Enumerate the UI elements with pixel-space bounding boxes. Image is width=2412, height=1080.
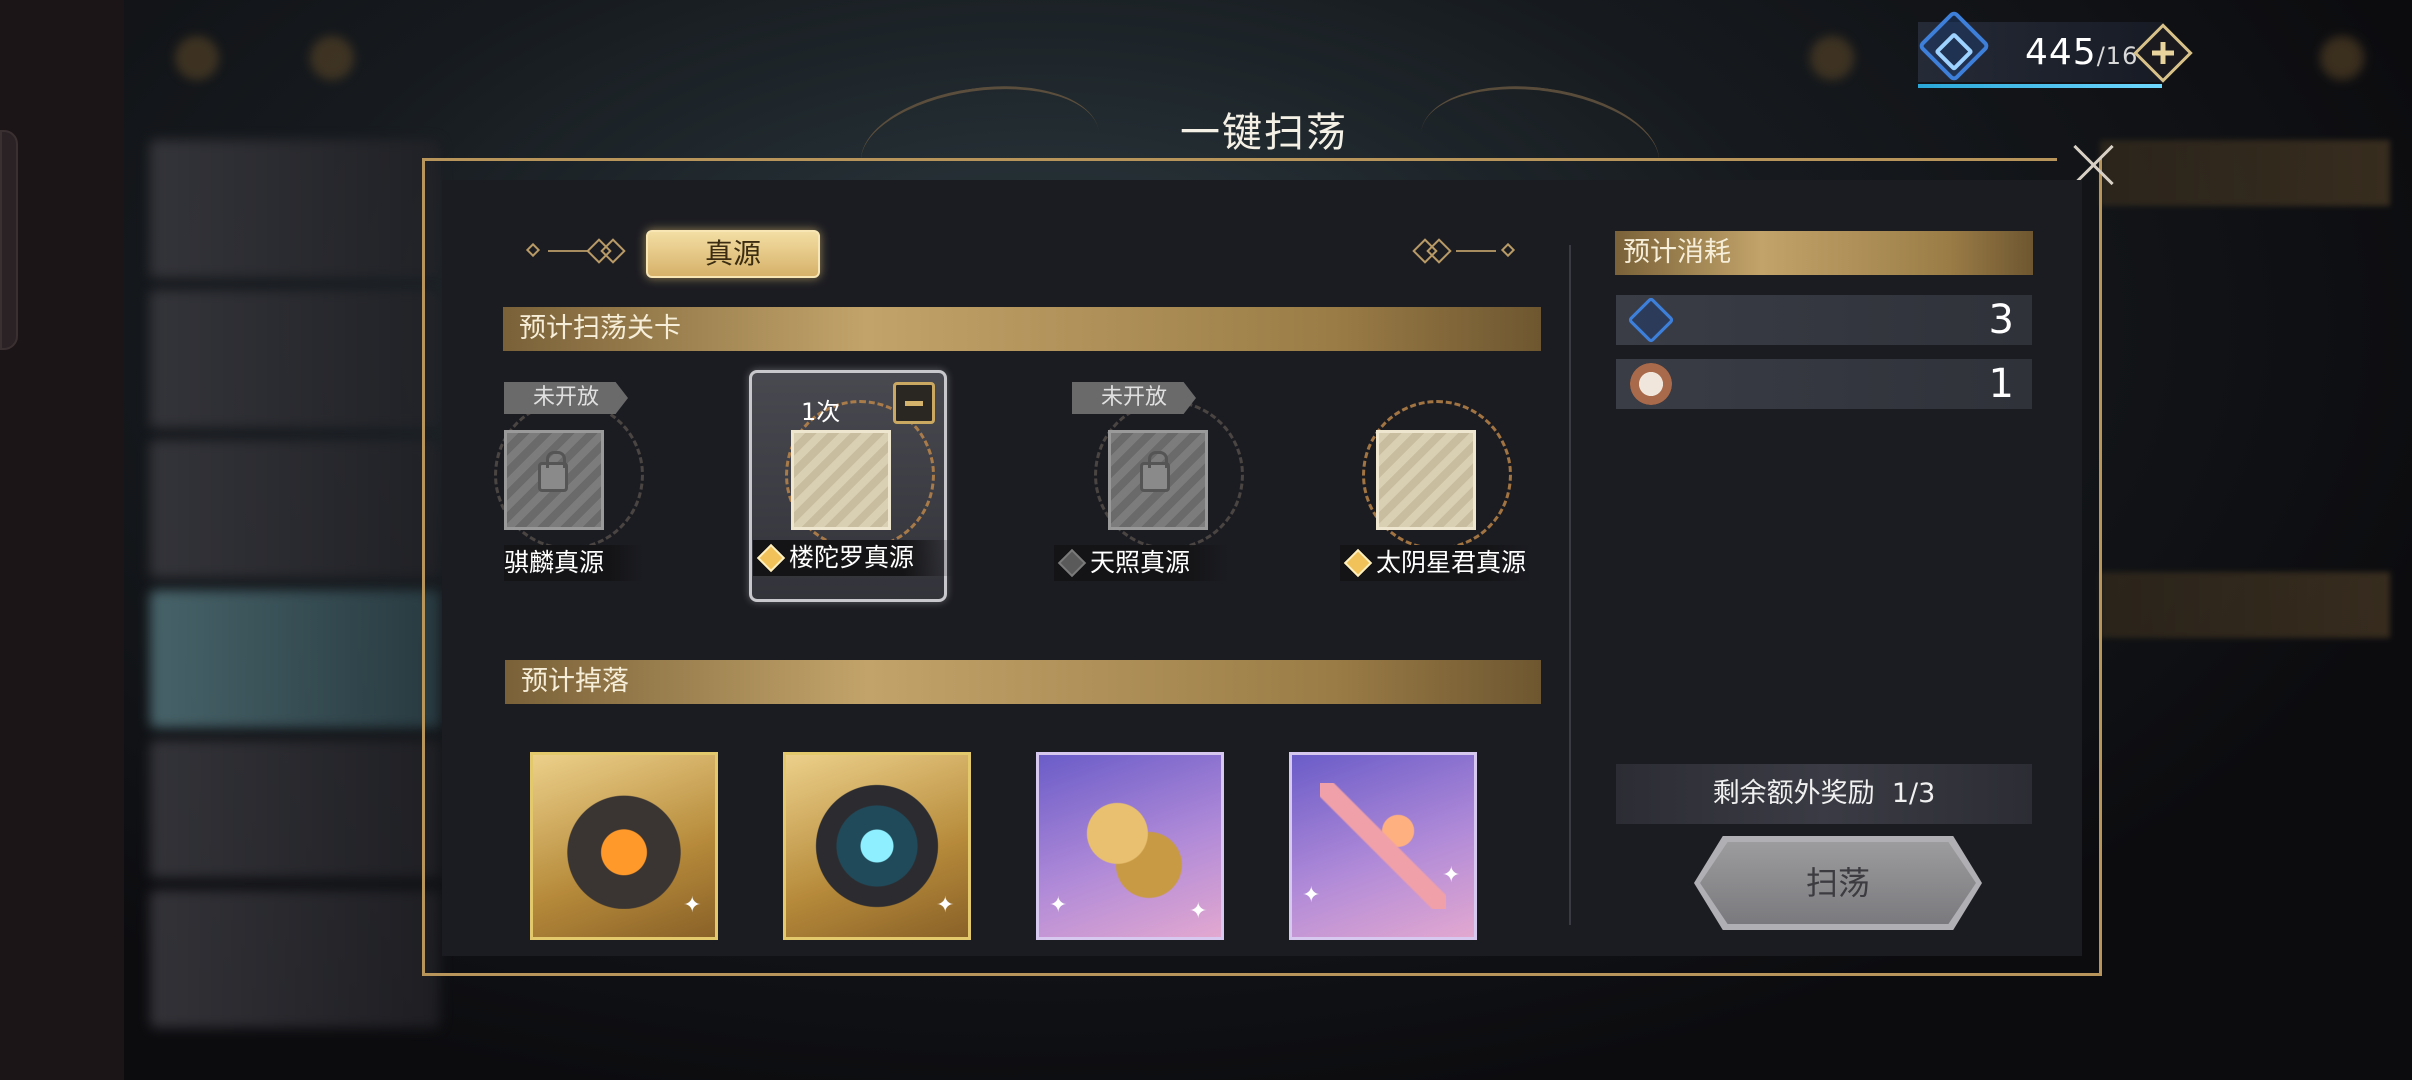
- rarity-diamond-icon: [756, 543, 786, 573]
- sweep-count: 1次: [801, 398, 841, 426]
- stage-card-louluo[interactable]: 1次 楼陀罗真源: [749, 370, 959, 602]
- cost-value: 1: [1988, 361, 2014, 407]
- drop-item-2[interactable]: ✦: [783, 752, 971, 940]
- resource-underline: [1918, 84, 2162, 88]
- stage-name: 太阴星君真源: [1376, 548, 1527, 577]
- crest-disc-icon: [814, 783, 940, 909]
- cost-row-energy: 3: [1616, 295, 2032, 345]
- energy-icon: [1627, 296, 1675, 344]
- stage-name: 骐麟真源: [504, 545, 645, 581]
- stage-status-tag: 未开放: [1072, 382, 1196, 414]
- extra-reward-value: 1/3: [1891, 778, 1936, 809]
- modal-frame-top: [422, 158, 2057, 161]
- modal-title: 一键扫荡: [1180, 110, 1348, 156]
- stage-card-tianzhao[interactable]: 未开放 天照真源: [1054, 370, 1264, 600]
- extra-reward-label: 剩余额外奖励: [1712, 778, 1875, 809]
- left-edge-strip: [0, 0, 124, 1080]
- star-wand-icon: [1320, 783, 1446, 909]
- stage-name: 楼陀罗真源: [789, 543, 915, 572]
- background-icon: [2320, 36, 2364, 80]
- extra-reward-status: 剩余额外奖励 1/3: [1616, 764, 2032, 824]
- resource-value: 445/16: [2025, 32, 2139, 73]
- decrease-count-button[interactable]: [893, 382, 935, 424]
- background-icon: [1810, 36, 1854, 80]
- gold-coins-icon: [1067, 783, 1193, 909]
- column-divider: [1569, 245, 1571, 925]
- background-icon: [310, 36, 354, 80]
- stages-section-header: 预计扫荡关卡: [503, 307, 1541, 351]
- stage-name-row: 楼陀罗真源: [753, 540, 955, 576]
- background-icon: [175, 36, 219, 80]
- drop-item-1[interactable]: ✦: [530, 752, 718, 940]
- stage-card-taiyin[interactable]: 太阴星君真源: [1340, 370, 1540, 600]
- drop-item-4[interactable]: ✦ ✦: [1289, 752, 1477, 940]
- stage-image: [791, 430, 891, 530]
- rarity-diamond-icon: [1343, 548, 1373, 578]
- background-sidebar: [150, 140, 440, 1028]
- stage-name-row: 天照真源: [1054, 545, 1231, 581]
- tab-zhenyuan[interactable]: 真源: [646, 230, 820, 278]
- cost-row-watch: 1: [1616, 359, 2032, 409]
- stage-status-tag: 未开放: [504, 382, 628, 414]
- cost-value: 3: [1988, 297, 2014, 343]
- drops-section-header: 预计掉落: [505, 660, 1541, 704]
- stage-name: 天照真源: [1090, 548, 1191, 577]
- lock-icon: [1140, 451, 1170, 492]
- background-band: [2100, 140, 2390, 206]
- stage-image: [1376, 430, 1476, 530]
- ember-cube-icon: [561, 783, 687, 909]
- drop-item-3[interactable]: ✦ ✦: [1036, 752, 1224, 940]
- left-edge-notch: [0, 130, 18, 350]
- cost-section-header: 预计消耗: [1615, 231, 2033, 275]
- background-band: [2100, 572, 2390, 638]
- sweep-button[interactable]: 扫荡: [1700, 842, 1976, 924]
- stage-name-row: 太阴星君真源: [1340, 545, 1533, 581]
- rarity-diamond-icon: [1057, 548, 1087, 578]
- stage-card-qilin[interactable]: 未开放 骐麟真源: [494, 370, 714, 600]
- lock-icon: [538, 451, 568, 492]
- pocket-watch-icon: [1630, 363, 1672, 405]
